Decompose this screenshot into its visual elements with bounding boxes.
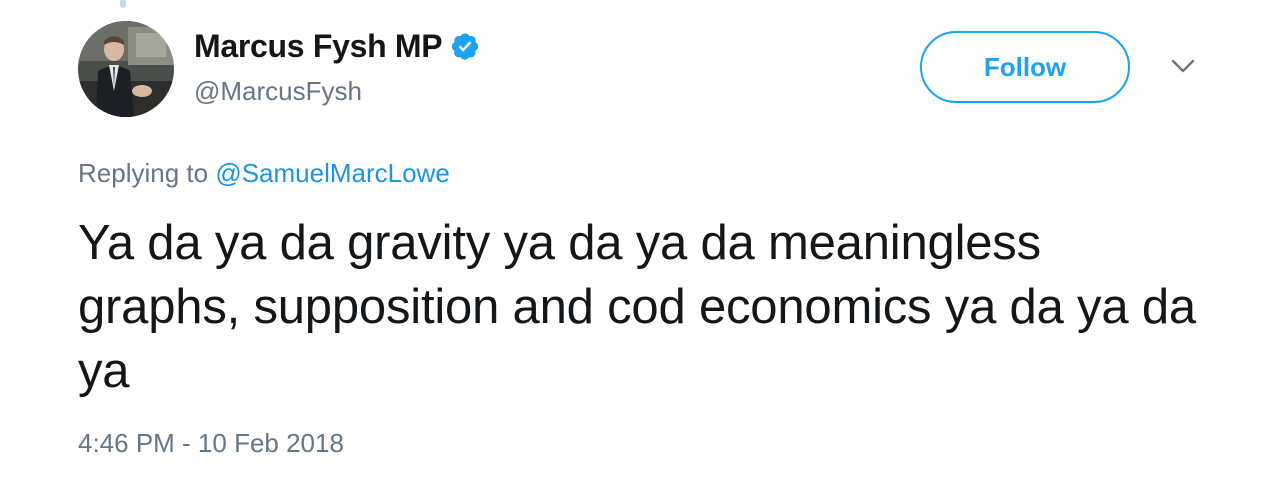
chevron-down-icon[interactable]	[1170, 56, 1196, 76]
author-name-row[interactable]: Marcus Fysh MP	[194, 24, 480, 68]
tweet-text: Ya da ya da gravity ya da ya da meaningl…	[78, 216, 1196, 398]
avatar[interactable]	[78, 21, 174, 117]
author-handle[interactable]: @MarcusFysh	[194, 76, 362, 107]
verified-badge-icon	[450, 31, 480, 61]
thread-connector-line	[120, 0, 126, 8]
follow-button[interactable]: Follow	[920, 31, 1130, 103]
reply-prefix: Replying to	[78, 158, 209, 188]
tweet-timestamp[interactable]: 4:46 PM - 10 Feb 2018	[78, 428, 344, 459]
reply-to-handle-link[interactable]: @SamuelMarcLowe	[215, 158, 449, 188]
author-display-name[interactable]: Marcus Fysh MP	[194, 28, 443, 65]
reply-context: Replying to @SamuelMarcLowe	[78, 158, 450, 189]
avatar-photo	[78, 21, 174, 117]
